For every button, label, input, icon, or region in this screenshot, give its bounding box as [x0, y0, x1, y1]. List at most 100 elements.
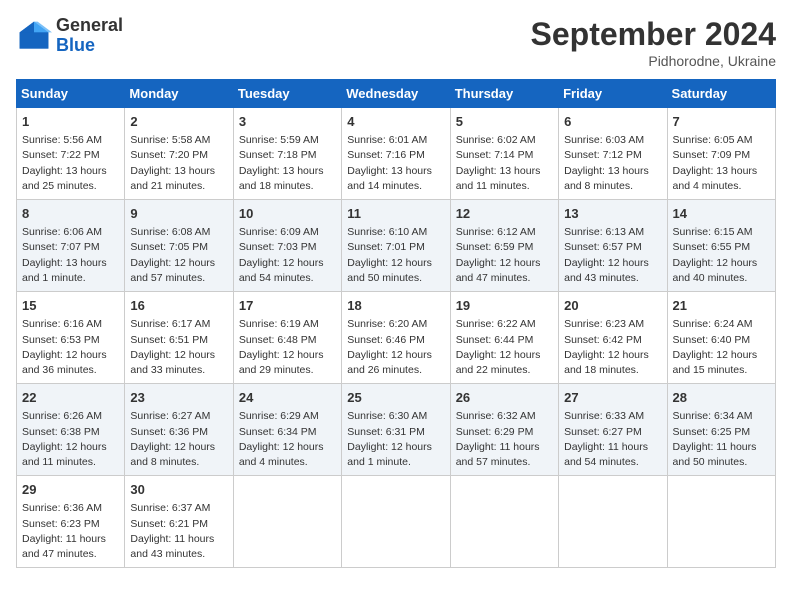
column-header-thursday: Thursday — [450, 80, 558, 108]
calendar-cell: 1Sunrise: 5:56 AM Sunset: 7:22 PM Daylig… — [17, 108, 125, 200]
calendar-cell — [667, 476, 775, 568]
calendar-cell: 19 Sunrise: 6:22 AM Sunset: 6:44 PM Dayli… — [450, 292, 558, 384]
day-info: Sunrise: 6:03 AM Sunset: 7:12 PM Dayligh… — [564, 133, 661, 194]
page-header: General Blue September 2024 Pidhorodne, … — [16, 16, 776, 69]
calendar-cell: 13Sunrise: 6:13 AM Sunset: 6:57 PM Dayli… — [559, 200, 667, 292]
calendar-cell — [559, 476, 667, 568]
calendar-cell: 15 Sunrise: 6:16 AM Sunset: 6:53 PM Dayli… — [17, 292, 125, 384]
day-info: Sunrise: 6:30 AM Sunset: 6:31 PM Dayligh… — [347, 409, 444, 470]
column-header-friday: Friday — [559, 80, 667, 108]
day-number: 9 — [130, 205, 227, 223]
day-info: Sunrise: 6:19 AM Sunset: 6:48 PM Dayligh… — [239, 317, 336, 378]
day-info: Sunrise: 6:01 AM Sunset: 7:16 PM Dayligh… — [347, 133, 444, 194]
calendar-cell: 17Sunrise: 6:19 AM Sunset: 6:48 PM Dayli… — [233, 292, 341, 384]
calendar-week-row: 1Sunrise: 5:56 AM Sunset: 7:22 PM Daylig… — [17, 108, 776, 200]
day-info: Sunrise: 6:02 AM Sunset: 7:14 PM Dayligh… — [456, 133, 553, 194]
day-number: 5 — [456, 113, 553, 131]
day-number: 25 — [347, 389, 444, 407]
day-number: 12 — [456, 205, 553, 223]
day-info: Sunrise: 6:27 AM Sunset: 6:36 PM Dayligh… — [130, 409, 227, 470]
day-number: 2 — [130, 113, 227, 131]
day-info: Sunrise: 6:12 AM Sunset: 6:59 PM Dayligh… — [456, 225, 553, 286]
day-info: Sunrise: 6:09 AM Sunset: 7:03 PM Dayligh… — [239, 225, 336, 286]
day-info: Sunrise: 5:59 AM Sunset: 7:18 PM Dayligh… — [239, 133, 336, 194]
day-number: 20 — [564, 297, 661, 315]
calendar-cell: 6Sunrise: 6:03 AM Sunset: 7:12 PM Daylig… — [559, 108, 667, 200]
calendar-cell: 12 Sunrise: 6:12 AM Sunset: 6:59 PM Dayli… — [450, 200, 558, 292]
calendar-cell: 16Sunrise: 6:17 AM Sunset: 6:51 PM Dayli… — [125, 292, 233, 384]
calendar-cell: 9Sunrise: 6:08 AM Sunset: 7:05 PM Daylig… — [125, 200, 233, 292]
calendar-cell: 2 Sunrise: 5:58 AM Sunset: 7:20 PM Daylig… — [125, 108, 233, 200]
calendar-cell — [450, 476, 558, 568]
day-number: 11 — [347, 205, 444, 223]
calendar-cell: 24 Sunrise: 6:29 AM Sunset: 6:34 PM Dayli… — [233, 384, 341, 476]
calendar-cell: 21 Sunrise: 6:24 AM Sunset: 6:40 PM Dayli… — [667, 292, 775, 384]
day-number: 15 — [22, 297, 119, 315]
calendar-cell: 5 Sunrise: 6:02 AM Sunset: 7:14 PM Daylig… — [450, 108, 558, 200]
day-number: 22 — [22, 389, 119, 407]
calendar-cell: 7Sunrise: 6:05 AM Sunset: 7:09 PM Daylig… — [667, 108, 775, 200]
day-info: Sunrise: 6:36 AM Sunset: 6:23 PM Dayligh… — [22, 501, 119, 562]
day-number: 28 — [673, 389, 770, 407]
day-info: Sunrise: 6:13 AM Sunset: 6:57 PM Dayligh… — [564, 225, 661, 286]
day-number: 19 — [456, 297, 553, 315]
logo-icon — [16, 18, 52, 54]
day-info: Sunrise: 6:32 AM Sunset: 6:29 PM Dayligh… — [456, 409, 553, 470]
day-number: 18 — [347, 297, 444, 315]
day-number: 29 — [22, 481, 119, 499]
calendar-cell: 30 Sunrise: 6:37 AM Sunset: 6:21 PM Dayli… — [125, 476, 233, 568]
day-info: Sunrise: 6:37 AM Sunset: 6:21 PM Dayligh… — [130, 501, 227, 562]
calendar-week-row: 22 Sunrise: 6:26 AM Sunset: 6:38 PM Dayli… — [17, 384, 776, 476]
calendar-cell — [233, 476, 341, 568]
day-number: 30 — [130, 481, 227, 499]
day-info: Sunrise: 6:15 AM Sunset: 6:55 PM Dayligh… — [673, 225, 770, 286]
column-header-wednesday: Wednesday — [342, 80, 450, 108]
calendar-cell: 3 Sunrise: 5:59 AM Sunset: 7:18 PM Daylig… — [233, 108, 341, 200]
calendar-cell: 14 Sunrise: 6:15 AM Sunset: 6:55 PM Dayli… — [667, 200, 775, 292]
day-number: 27 — [564, 389, 661, 407]
calendar-week-row: 8 Sunrise: 6:06 AM Sunset: 7:07 PM Daylig… — [17, 200, 776, 292]
day-info: Sunrise: 6:22 AM Sunset: 6:44 PM Dayligh… — [456, 317, 553, 378]
day-number: 4 — [347, 113, 444, 131]
column-header-tuesday: Tuesday — [233, 80, 341, 108]
calendar-cell — [342, 476, 450, 568]
day-number: 23 — [130, 389, 227, 407]
day-info: Sunrise: 5:56 AM Sunset: 7:22 PM Dayligh… — [22, 133, 119, 194]
day-number: 14 — [673, 205, 770, 223]
day-info: Sunrise: 6:16 AM Sunset: 6:53 PM Dayligh… — [22, 317, 119, 378]
column-header-monday: Monday — [125, 80, 233, 108]
calendar-cell: 8 Sunrise: 6:06 AM Sunset: 7:07 PM Daylig… — [17, 200, 125, 292]
day-info: Sunrise: 6:26 AM Sunset: 6:38 PM Dayligh… — [22, 409, 119, 470]
calendar-cell: 29 Sunrise: 6:36 AM Sunset: 6:23 PM Dayli… — [17, 476, 125, 568]
day-info: Sunrise: 6:06 AM Sunset: 7:07 PM Dayligh… — [22, 225, 119, 286]
day-number: 24 — [239, 389, 336, 407]
day-number: 3 — [239, 113, 336, 131]
day-info: Sunrise: 6:17 AM Sunset: 6:51 PM Dayligh… — [130, 317, 227, 378]
day-info: Sunrise: 6:33 AM Sunset: 6:27 PM Dayligh… — [564, 409, 661, 470]
calendar-week-row: 29 Sunrise: 6:36 AM Sunset: 6:23 PM Dayli… — [17, 476, 776, 568]
calendar-cell: 25 Sunrise: 6:30 AM Sunset: 6:31 PM Dayli… — [342, 384, 450, 476]
title-block: September 2024 Pidhorodne, Ukraine — [531, 16, 776, 69]
day-info: Sunrise: 5:58 AM Sunset: 7:20 PM Dayligh… — [130, 133, 227, 194]
calendar-cell: 26Sunrise: 6:32 AM Sunset: 6:29 PM Dayli… — [450, 384, 558, 476]
calendar-cell: 18 Sunrise: 6:20 AM Sunset: 6:46 PM Dayli… — [342, 292, 450, 384]
calendar-cell: 10Sunrise: 6:09 AM Sunset: 7:03 PM Dayli… — [233, 200, 341, 292]
calendar-cell: 20Sunrise: 6:23 AM Sunset: 6:42 PM Dayli… — [559, 292, 667, 384]
day-number: 21 — [673, 297, 770, 315]
calendar-table: SundayMondayTuesdayWednesdayThursdayFrid… — [16, 79, 776, 568]
calendar-week-row: 15 Sunrise: 6:16 AM Sunset: 6:53 PM Dayli… — [17, 292, 776, 384]
day-number: 7 — [673, 113, 770, 131]
calendar-cell: 27 Sunrise: 6:33 AM Sunset: 6:27 PM Dayli… — [559, 384, 667, 476]
calendar-cell: 23 Sunrise: 6:27 AM Sunset: 6:36 PM Dayli… — [125, 384, 233, 476]
calendar-cell: 11Sunrise: 6:10 AM Sunset: 7:01 PM Dayli… — [342, 200, 450, 292]
day-info: Sunrise: 6:20 AM Sunset: 6:46 PM Dayligh… — [347, 317, 444, 378]
column-header-sunday: Sunday — [17, 80, 125, 108]
day-info: Sunrise: 6:29 AM Sunset: 6:34 PM Dayligh… — [239, 409, 336, 470]
day-number: 8 — [22, 205, 119, 223]
day-info: Sunrise: 6:34 AM Sunset: 6:25 PM Dayligh… — [673, 409, 770, 470]
logo: General Blue — [16, 16, 123, 56]
day-info: Sunrise: 6:24 AM Sunset: 6:40 PM Dayligh… — [673, 317, 770, 378]
calendar-cell: 4 Sunrise: 6:01 AM Sunset: 7:16 PM Daylig… — [342, 108, 450, 200]
column-header-saturday: Saturday — [667, 80, 775, 108]
month-title: September 2024 — [531, 16, 776, 53]
